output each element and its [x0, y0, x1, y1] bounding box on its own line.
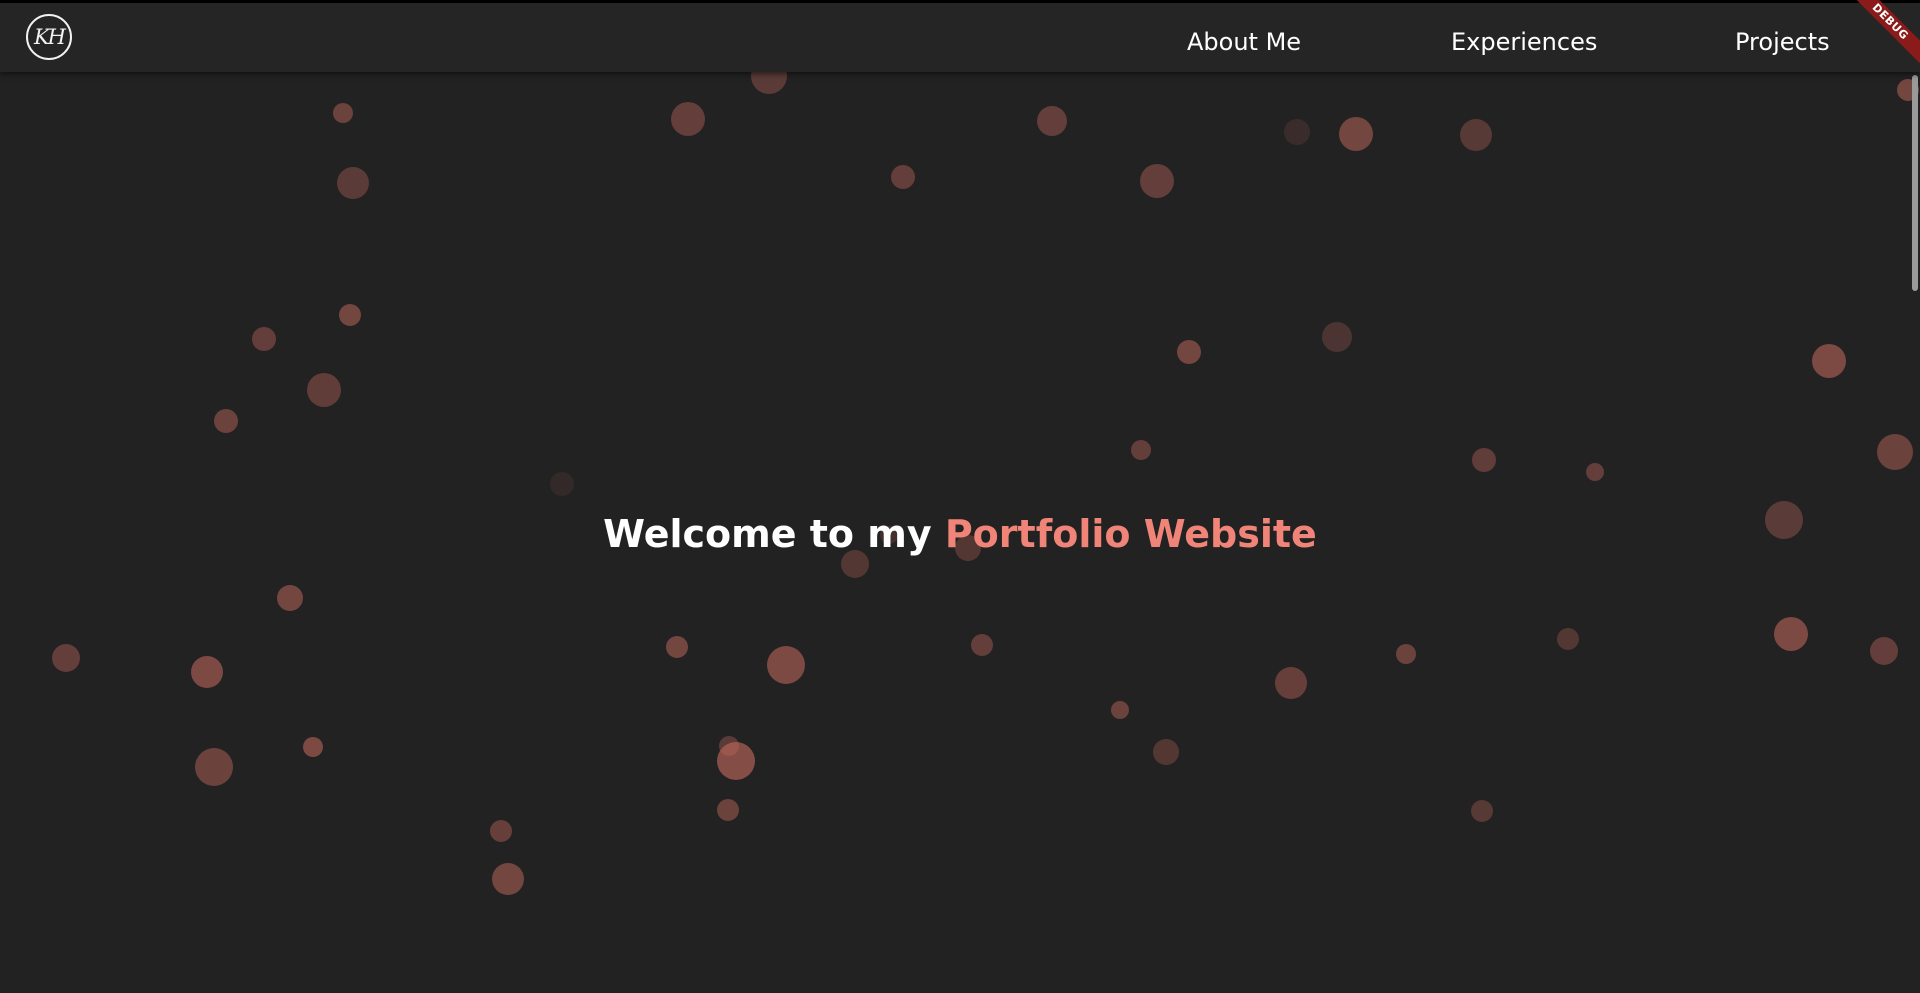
nav-about-me[interactable]: About Me [1187, 27, 1301, 57]
bubble [303, 737, 323, 757]
nav-projects[interactable]: Projects [1735, 27, 1830, 57]
bubble [277, 585, 303, 611]
bubble [1471, 800, 1493, 822]
bubble [195, 748, 233, 786]
bubble [490, 820, 512, 842]
hero-text-highlight: Portfolio Website [944, 512, 1317, 556]
hero-text-prefix: Welcome to my [603, 512, 945, 556]
bubble [1460, 119, 1492, 151]
bubble [1339, 117, 1373, 151]
bubble [1472, 448, 1496, 472]
bubble [767, 646, 805, 684]
bubble [252, 327, 276, 351]
bubble [1870, 637, 1898, 665]
bubble [339, 304, 361, 326]
debug-banner: DEBUG [1848, 0, 1920, 72]
bubble [1284, 119, 1310, 145]
bubble [1586, 463, 1604, 481]
bubble [52, 644, 80, 672]
bubble [719, 736, 739, 756]
bubble [333, 103, 353, 123]
nav-experiences[interactable]: Experiences [1451, 27, 1597, 57]
bubble [214, 409, 238, 433]
bubble [666, 636, 688, 658]
bubble [1774, 617, 1808, 651]
bubble [1140, 164, 1174, 198]
bubble [1131, 440, 1151, 460]
page: KH About Me Experiences Projects DEBUG W… [0, 0, 1920, 993]
navbar: KH About Me Experiences Projects [0, 3, 1920, 72]
bubble [1812, 344, 1846, 378]
bubble [1877, 434, 1913, 470]
bubble [671, 102, 705, 136]
bubble [717, 799, 739, 821]
bubble [1037, 106, 1067, 136]
bubble [1322, 322, 1352, 352]
bubble [891, 165, 915, 189]
window-top-edge [0, 0, 1920, 3]
hero-heading: Welcome to my Portfolio Website [0, 509, 1920, 559]
bubble [1153, 739, 1179, 765]
bubble [337, 167, 369, 199]
bubble [1111, 701, 1129, 719]
bubble [492, 863, 524, 895]
bubble [550, 472, 574, 496]
bubble [1275, 667, 1307, 699]
bubble [307, 373, 341, 407]
logo-button[interactable]: KH [26, 14, 72, 60]
bubble [191, 656, 223, 688]
bubble [1177, 340, 1201, 364]
debug-banner-label: DEBUG [1848, 0, 1920, 71]
logo-text: KH [33, 25, 66, 49]
bubble [1557, 628, 1579, 650]
bubble [1396, 644, 1416, 664]
scrollbar-thumb[interactable] [1912, 75, 1918, 291]
bubble-background [0, 0, 1920, 993]
bubble [971, 634, 993, 656]
